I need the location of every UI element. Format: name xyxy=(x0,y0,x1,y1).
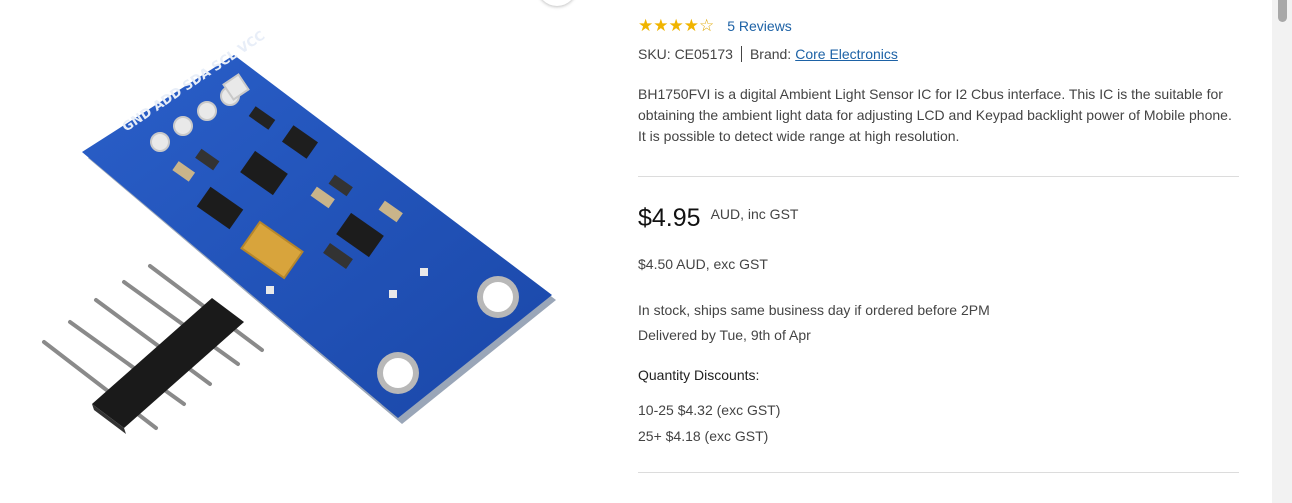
rating-stars-icon: ★★★★☆ xyxy=(638,16,715,35)
brand-label: Brand: xyxy=(749,46,792,62)
quantity-discounts-list: 10-25 $4.32 (exc GST) 25+ $4.18 (exc GST… xyxy=(638,397,780,449)
brand-link[interactable]: Core Electronics xyxy=(795,46,898,62)
sku: SKU: CE05173 xyxy=(638,46,733,62)
product-image: GND ADD SDA SCL VCC xyxy=(42,29,556,434)
stock-info: In stock, ships same business day if ord… xyxy=(638,298,990,348)
divider xyxy=(638,472,1239,473)
discount-tier: 25+ $4.18 (exc GST) xyxy=(638,428,769,444)
product-image-area[interactable]: GND ADD SDA SCL VCC xyxy=(0,0,610,503)
scrollbar-thumb[interactable] xyxy=(1278,0,1287,22)
price-inc-gst: $4.95 AUD, inc GST xyxy=(638,204,798,233)
rating-row: ★★★★☆ 5 Reviews xyxy=(638,16,792,36)
delivery-estimate: Delivered by Tue, 9th of Apr xyxy=(638,327,811,343)
reviews-link[interactable]: 5 Reviews xyxy=(727,18,792,34)
stock-status: In stock, ships same business day if ord… xyxy=(638,302,990,318)
price-exc-gst: $4.50 AUD, exc GST xyxy=(638,256,768,272)
product-description: BH1750FVI is a digital Ambient Light Sen… xyxy=(638,86,1232,144)
meta-row: SKU: CE05173 Brand: Core Electronics xyxy=(638,46,898,62)
page-scrollbar[interactable] xyxy=(1272,0,1292,503)
meta-separator xyxy=(740,46,742,62)
price-suffix: AUD, inc GST xyxy=(710,206,799,222)
quantity-discounts-title: Quantity Discounts: xyxy=(638,367,760,383)
discount-tier: 10-25 $4.32 (exc GST) xyxy=(638,402,781,418)
divider xyxy=(638,176,1239,177)
price-value: $4.95 xyxy=(638,204,701,232)
header-pins xyxy=(42,264,264,434)
